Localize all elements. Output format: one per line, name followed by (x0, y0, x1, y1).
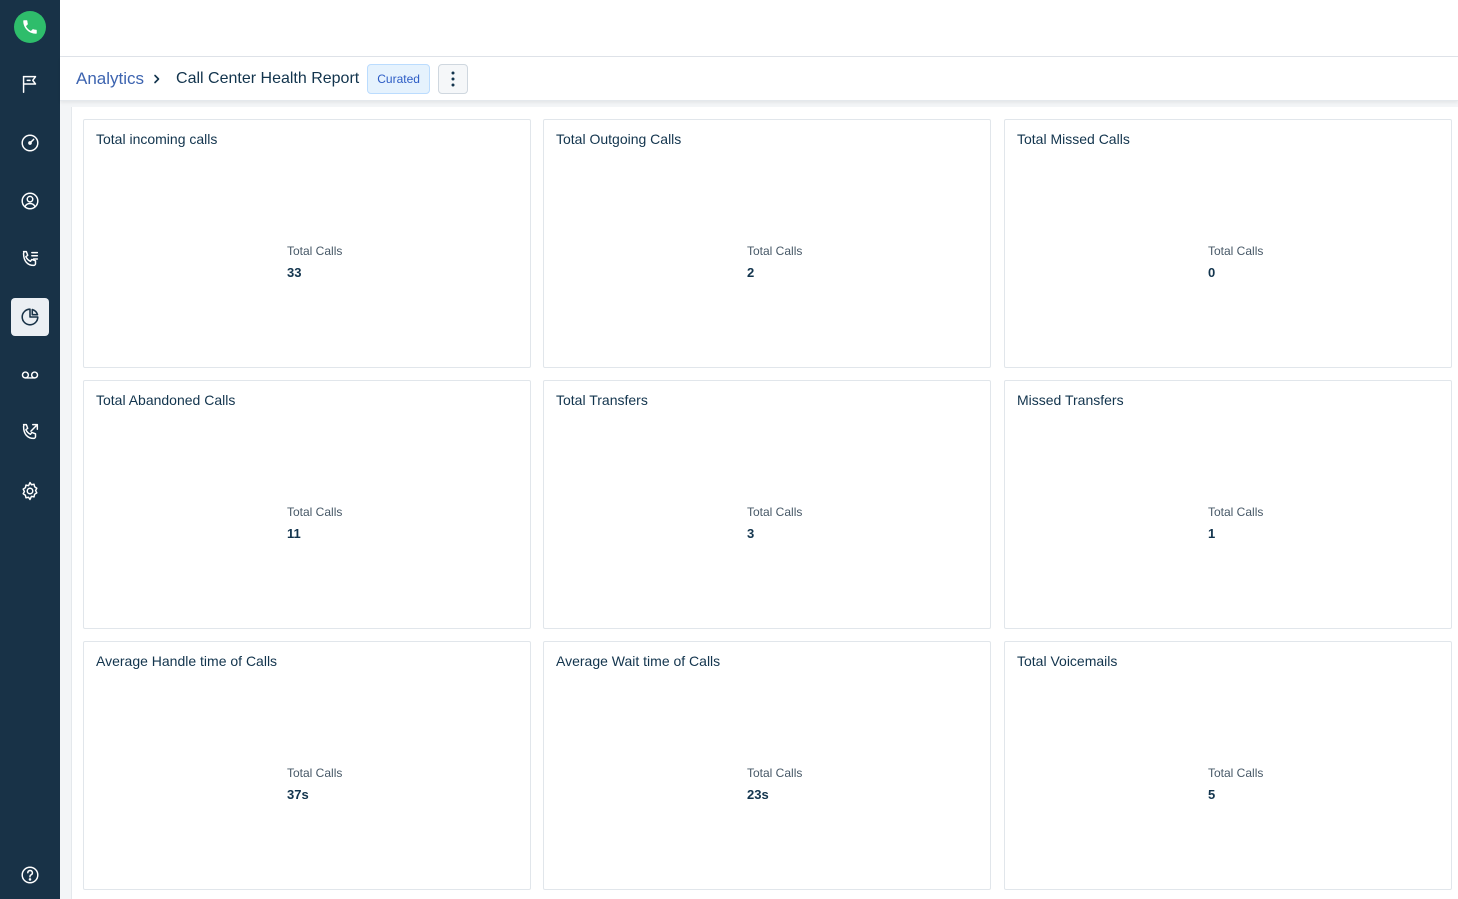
card-title: Average Wait time of Calls (556, 653, 721, 669)
metric-label: Total Calls (1208, 766, 1264, 780)
metric-label: Total Calls (747, 766, 803, 780)
speedometer-icon[interactable] (11, 124, 49, 162)
card-title: Total Missed Calls (1017, 131, 1130, 147)
metric-label: Total Calls (1208, 505, 1264, 519)
card-title: Average Handle time of Calls (96, 653, 278, 669)
metric-label: Total Calls (1208, 244, 1264, 258)
metric-value: 37s (287, 787, 309, 802)
metric-value: 23s (747, 787, 769, 802)
flag-icon[interactable] (11, 65, 49, 103)
card-title: Missed Transfers (1017, 392, 1124, 408)
phone-logo-icon[interactable] (14, 11, 46, 43)
card-title: Total incoming calls (96, 131, 218, 147)
card-title: Total Outgoing Calls (556, 131, 682, 147)
more-options-button[interactable] (437, 63, 468, 94)
metric-card: Total incoming calls Total Calls 33 (83, 119, 531, 368)
metric-value: 0 (1208, 265, 1216, 280)
curated-badge: Curated (367, 63, 430, 94)
metric-label: Total Calls (287, 505, 343, 519)
metric-card: Total Abandoned Calls Total Calls 11 (83, 380, 531, 629)
metric-value: 11 (287, 526, 301, 541)
metric-value: 3 (747, 526, 755, 541)
metric-card: Total Voicemails Total Calls 5 (1004, 641, 1452, 890)
call-log-icon[interactable] (11, 240, 49, 278)
metric-label: Total Calls (747, 505, 803, 519)
vertical-dots-icon (451, 71, 455, 86)
metric-value: 33 (287, 265, 302, 280)
page-title: Call Center Health Report (176, 69, 360, 87)
metric-label: Total Calls (287, 244, 343, 258)
contact-icon[interactable] (11, 182, 49, 220)
report-content: Total incoming calls Total Calls 33 Tota… (71, 107, 1458, 899)
breadcrumb-analytics-link[interactable]: Analytics (76, 69, 144, 89)
analytics-pie-icon[interactable] (11, 298, 49, 336)
metric-card: Total Transfers Total Calls 3 (543, 380, 991, 629)
metric-value: 1 (1208, 526, 1216, 541)
metric-value: 2 (747, 265, 755, 280)
metric-label: Total Calls (747, 244, 803, 258)
metric-value: 5 (1208, 787, 1216, 802)
card-title: Total Abandoned Calls (96, 392, 236, 408)
voicemail-icon[interactable] (11, 356, 49, 394)
top-bar (60, 0, 1458, 57)
card-title: Total Voicemails (1017, 653, 1118, 669)
card-title: Total Transfers (556, 392, 648, 408)
breadcrumb: Analytics Call Center Health Report Cura… (60, 57, 1458, 101)
metric-label: Total Calls (287, 766, 343, 780)
call-transfer-icon[interactable] (11, 413, 49, 451)
metric-card: Average Handle time of Calls Total Calls… (83, 641, 531, 890)
sidebar (0, 0, 60, 899)
metric-card: Total Outgoing Calls Total Calls 2 (543, 119, 991, 368)
chevron-right-icon (152, 74, 162, 84)
metric-card: Missed Transfers Total Calls 1 (1004, 380, 1452, 629)
metric-card: Total Missed Calls Total Calls 0 (1004, 119, 1452, 368)
metric-card: Average Wait time of Calls Total Calls 2… (543, 641, 991, 890)
help-icon[interactable] (11, 856, 49, 894)
gear-icon[interactable] (11, 472, 49, 510)
